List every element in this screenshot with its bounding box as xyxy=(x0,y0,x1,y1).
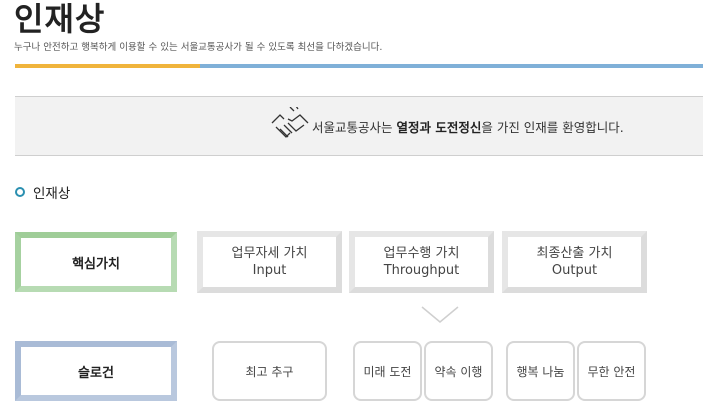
slogan-item: 최고 추구 xyxy=(212,341,327,401)
core-values-label-box: 핵심가치 xyxy=(15,232,177,292)
value-card-sub: Output xyxy=(551,263,598,278)
slogan-item: 무한 안전 xyxy=(577,341,646,401)
handshake-icon xyxy=(271,107,309,138)
banner-text: 서울교통공사는 열정과 도전정신을 가진 인재를 환영합니다. xyxy=(312,117,624,136)
divider-bar-blue xyxy=(200,64,703,68)
value-card-output: 최종산출 가치 Output xyxy=(502,231,647,293)
value-card-sub: Throughput xyxy=(383,263,460,278)
divider-bar-orange xyxy=(15,64,200,68)
slogan-item: 약속 이행 xyxy=(424,341,493,401)
section-heading-label: 인재상 xyxy=(33,186,71,202)
page-title: 인재상 xyxy=(14,0,106,38)
chevron-down-icon xyxy=(421,306,459,323)
value-card-sub: Input xyxy=(252,263,287,278)
slogan-item: 행복 나눔 xyxy=(506,341,575,401)
core-values-label: 핵심가치 xyxy=(72,256,120,272)
section-heading: 인재상 xyxy=(15,182,70,202)
banner-text-prefix: 서울교통공사는 xyxy=(312,120,397,135)
value-card-title: 최종산출 가치 xyxy=(536,246,613,261)
slogan-label-box: 슬로건 xyxy=(15,341,177,401)
value-card-throughput: 업무수행 가치 Throughput xyxy=(349,231,494,293)
slogan-item: 미래 도전 xyxy=(353,341,422,401)
page-subtitle: 누구나 안전하고 행복하게 이용할 수 있는 서울교통공사가 될 수 있도록 최… xyxy=(14,42,383,53)
value-card-title: 업무수행 가치 xyxy=(383,246,460,261)
value-card-title: 업무자세 가치 xyxy=(231,246,308,261)
welcome-banner: 서울교통공사는 열정과 도전정신을 가진 인재를 환영합니다. xyxy=(15,96,703,156)
slogan-label: 슬로건 xyxy=(78,365,114,381)
banner-text-suffix: 을 가진 인재를 환영합니다. xyxy=(481,120,624,135)
bullet-icon xyxy=(15,187,25,197)
banner-highlight: 열정과 도전정신 xyxy=(396,120,482,135)
value-card-input: 업무자세 가치 Input xyxy=(197,231,342,293)
